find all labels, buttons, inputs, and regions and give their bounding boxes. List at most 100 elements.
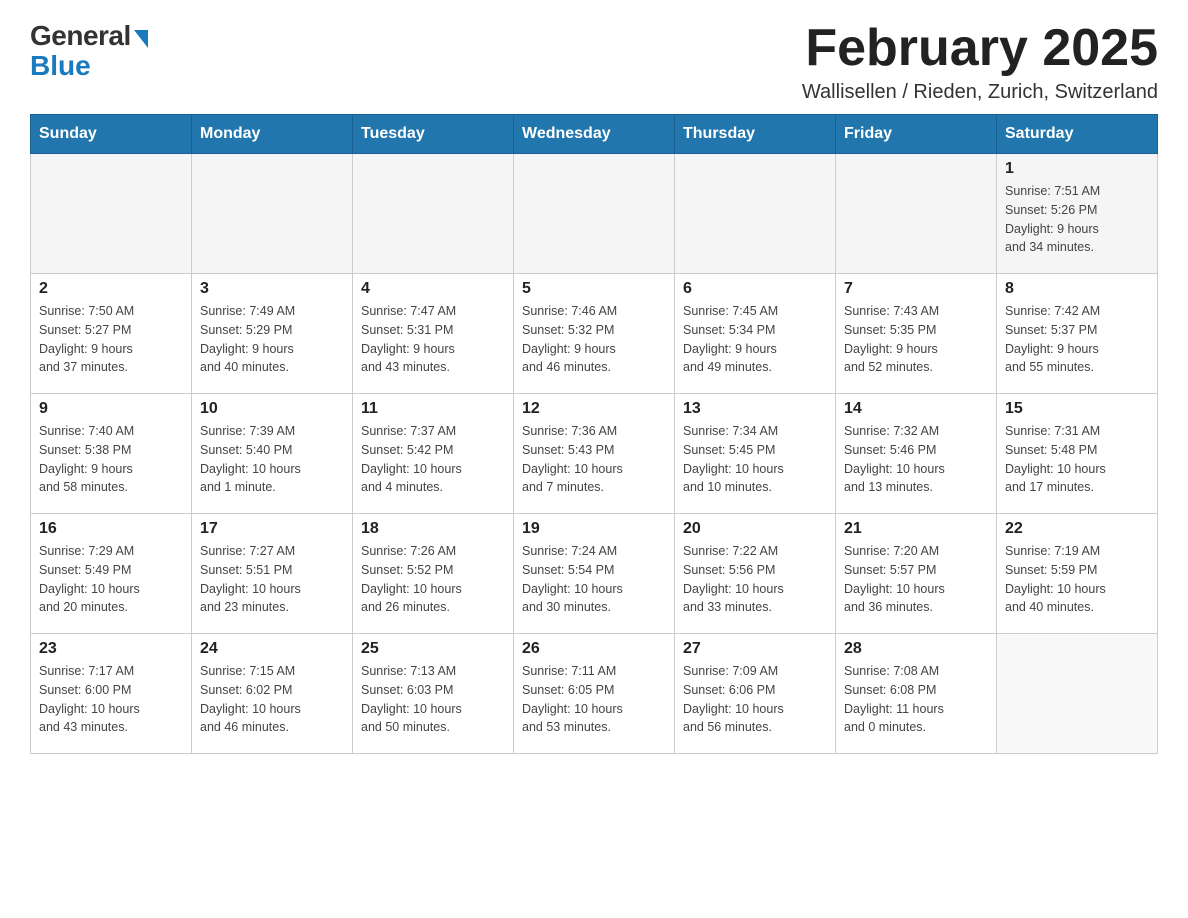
week-row: 2 Sunrise: 7:50 AMSunset: 5:27 PMDaylight… (31, 274, 1158, 394)
day-number: 26 (522, 640, 666, 658)
day-info: Sunrise: 7:13 AMSunset: 6:03 PMDaylight:… (361, 662, 505, 737)
day-of-week-header: Saturday (997, 115, 1158, 154)
day-info: Sunrise: 7:49 AMSunset: 5:29 PMDaylight:… (200, 302, 344, 377)
calendar-day-cell (31, 154, 192, 274)
day-of-week-header: Thursday (675, 115, 836, 154)
calendar-day-cell: 23 Sunrise: 7:17 AMSunset: 6:00 PMDayligh… (31, 634, 192, 754)
week-row: 23 Sunrise: 7:17 AMSunset: 6:00 PMDayligh… (31, 634, 1158, 754)
calendar-day-cell (192, 154, 353, 274)
day-number: 19 (522, 520, 666, 538)
day-of-week-header: Monday (192, 115, 353, 154)
day-number: 25 (361, 640, 505, 658)
day-info: Sunrise: 7:47 AMSunset: 5:31 PMDaylight:… (361, 302, 505, 377)
calendar-day-cell: 20 Sunrise: 7:22 AMSunset: 5:56 PMDayligh… (675, 514, 836, 634)
day-number: 24 (200, 640, 344, 658)
day-number: 5 (522, 280, 666, 298)
calendar-day-cell: 12 Sunrise: 7:36 AMSunset: 5:43 PMDayligh… (514, 394, 675, 514)
days-of-week-row: SundayMondayTuesdayWednesdayThursdayFrid… (31, 115, 1158, 154)
calendar-day-cell: 14Sunrise: 7:32 AMSunset: 5:46 PMDayligh… (836, 394, 997, 514)
location-text: Wallisellen / Rieden, Zurich, Switzerlan… (802, 81, 1158, 104)
calendar-day-cell (675, 154, 836, 274)
day-info: Sunrise: 7:40 AMSunset: 5:38 PMDaylight:… (39, 422, 183, 497)
day-number: 3 (200, 280, 344, 298)
day-number: 7 (844, 280, 988, 298)
calendar-day-cell: 16 Sunrise: 7:29 AMSunset: 5:49 PMDayligh… (31, 514, 192, 634)
calendar-day-cell: 4 Sunrise: 7:47 AMSunset: 5:31 PMDaylight… (353, 274, 514, 394)
day-number: 14 (844, 400, 988, 418)
day-number: 8 (1005, 280, 1149, 298)
day-number: 10 (200, 400, 344, 418)
day-number: 13 (683, 400, 827, 418)
week-row: 1Sunrise: 7:51 AMSunset: 5:26 PMDaylight… (31, 154, 1158, 274)
day-of-week-header: Wednesday (514, 115, 675, 154)
calendar-header: SundayMondayTuesdayWednesdayThursdayFrid… (31, 115, 1158, 154)
day-number: 6 (683, 280, 827, 298)
day-info: Sunrise: 7:17 AMSunset: 6:00 PMDaylight:… (39, 662, 183, 737)
day-info: Sunrise: 7:31 AMSunset: 5:48 PMDaylight:… (1005, 422, 1149, 497)
day-number: 2 (39, 280, 183, 298)
day-number: 15 (1005, 400, 1149, 418)
calendar-day-cell: 9 Sunrise: 7:40 AMSunset: 5:38 PMDaylight… (31, 394, 192, 514)
logo-arrow-icon (134, 30, 148, 48)
day-info: Sunrise: 7:24 AMSunset: 5:54 PMDaylight:… (522, 542, 666, 617)
day-info: Sunrise: 7:22 AMSunset: 5:56 PMDaylight:… (683, 542, 827, 617)
day-number: 16 (39, 520, 183, 538)
day-number: 17 (200, 520, 344, 538)
day-info: Sunrise: 7:19 AMSunset: 5:59 PMDaylight:… (1005, 542, 1149, 617)
logo-blue-text: Blue (30, 50, 91, 82)
calendar-day-cell: 28Sunrise: 7:08 AMSunset: 6:08 PMDayligh… (836, 634, 997, 754)
day-info: Sunrise: 7:45 AMSunset: 5:34 PMDaylight:… (683, 302, 827, 377)
calendar-day-cell: 10Sunrise: 7:39 AMSunset: 5:40 PMDayligh… (192, 394, 353, 514)
calendar-day-cell: 15 Sunrise: 7:31 AMSunset: 5:48 PMDayligh… (997, 394, 1158, 514)
day-info: Sunrise: 7:11 AMSunset: 6:05 PMDaylight:… (522, 662, 666, 737)
day-number: 9 (39, 400, 183, 418)
page-header: General Blue February 2025 Wallisellen /… (30, 20, 1158, 104)
day-number: 27 (683, 640, 827, 658)
day-number: 22 (1005, 520, 1149, 538)
day-number: 20 (683, 520, 827, 538)
calendar-day-cell: 6 Sunrise: 7:45 AMSunset: 5:34 PMDaylight… (675, 274, 836, 394)
calendar-day-cell: 1Sunrise: 7:51 AMSunset: 5:26 PMDaylight… (997, 154, 1158, 274)
calendar-day-cell: 22 Sunrise: 7:19 AMSunset: 5:59 PMDayligh… (997, 514, 1158, 634)
day-of-week-header: Tuesday (353, 115, 514, 154)
day-info: Sunrise: 7:29 AMSunset: 5:49 PMDaylight:… (39, 542, 183, 617)
calendar-day-cell: 5Sunrise: 7:46 AMSunset: 5:32 PMDaylight… (514, 274, 675, 394)
week-row: 16 Sunrise: 7:29 AMSunset: 5:49 PMDayligh… (31, 514, 1158, 634)
day-info: Sunrise: 7:51 AMSunset: 5:26 PMDaylight:… (1005, 182, 1149, 257)
day-of-week-header: Friday (836, 115, 997, 154)
logo-general-text: General (30, 20, 131, 52)
day-info: Sunrise: 7:43 AMSunset: 5:35 PMDaylight:… (844, 302, 988, 377)
calendar-day-cell: 24 Sunrise: 7:15 AMSunset: 6:02 PMDayligh… (192, 634, 353, 754)
calendar-day-cell: 18 Sunrise: 7:26 AMSunset: 5:52 PMDayligh… (353, 514, 514, 634)
day-number: 12 (522, 400, 666, 418)
day-of-week-header: Sunday (31, 115, 192, 154)
calendar-day-cell: 27Sunrise: 7:09 AMSunset: 6:06 PMDayligh… (675, 634, 836, 754)
day-info: Sunrise: 7:08 AMSunset: 6:08 PMDaylight:… (844, 662, 988, 737)
calendar-table: SundayMondayTuesdayWednesdayThursdayFrid… (30, 114, 1158, 754)
day-info: Sunrise: 7:37 AMSunset: 5:42 PMDaylight:… (361, 422, 505, 497)
calendar-day-cell (997, 634, 1158, 754)
calendar-day-cell: 8 Sunrise: 7:42 AMSunset: 5:37 PMDaylight… (997, 274, 1158, 394)
day-info: Sunrise: 7:42 AMSunset: 5:37 PMDaylight:… (1005, 302, 1149, 377)
day-info: Sunrise: 7:34 AMSunset: 5:45 PMDaylight:… (683, 422, 827, 497)
day-number: 18 (361, 520, 505, 538)
calendar-day-cell (836, 154, 997, 274)
day-info: Sunrise: 7:27 AMSunset: 5:51 PMDaylight:… (200, 542, 344, 617)
day-info: Sunrise: 7:50 AMSunset: 5:27 PMDaylight:… (39, 302, 183, 377)
day-info: Sunrise: 7:20 AMSunset: 5:57 PMDaylight:… (844, 542, 988, 617)
calendar-day-cell: 2 Sunrise: 7:50 AMSunset: 5:27 PMDaylight… (31, 274, 192, 394)
calendar-day-cell: 17 Sunrise: 7:27 AMSunset: 5:51 PMDayligh… (192, 514, 353, 634)
day-number: 23 (39, 640, 183, 658)
calendar-day-cell: 11Sunrise: 7:37 AMSunset: 5:42 PMDayligh… (353, 394, 514, 514)
day-info: Sunrise: 7:36 AMSunset: 5:43 PMDaylight:… (522, 422, 666, 497)
day-info: Sunrise: 7:15 AMSunset: 6:02 PMDaylight:… (200, 662, 344, 737)
calendar-day-cell: 21 Sunrise: 7:20 AMSunset: 5:57 PMDayligh… (836, 514, 997, 634)
day-info: Sunrise: 7:26 AMSunset: 5:52 PMDaylight:… (361, 542, 505, 617)
logo: General Blue (30, 20, 148, 82)
day-number: 4 (361, 280, 505, 298)
calendar-day-cell: 13 Sunrise: 7:34 AMSunset: 5:45 PMDayligh… (675, 394, 836, 514)
week-row: 9 Sunrise: 7:40 AMSunset: 5:38 PMDaylight… (31, 394, 1158, 514)
day-number: 21 (844, 520, 988, 538)
calendar-day-cell: 7 Sunrise: 7:43 AMSunset: 5:35 PMDaylight… (836, 274, 997, 394)
calendar-body: 1Sunrise: 7:51 AMSunset: 5:26 PMDaylight… (31, 154, 1158, 754)
